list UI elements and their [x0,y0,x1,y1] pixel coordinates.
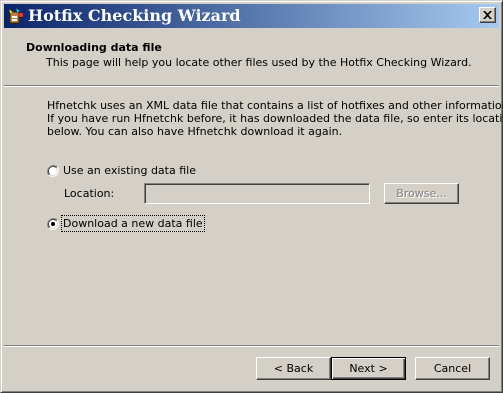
page-heading: Downloading data file [26,41,162,54]
cancel-button[interactable]: Cancel [415,357,490,380]
header-divider [4,85,499,87]
download-new-label[interactable]: Download a new data file [61,215,205,232]
location-label: Location: [64,187,115,200]
download-new-radio[interactable] [47,217,59,230]
wizard-window: Hotfix Checking Wizard Downloading data … [0,0,503,393]
description-line: below. You can also have Hfnetchk downlo… [47,125,343,138]
page-subheading: This page will help you locate other fil… [46,56,472,69]
use-existing-label[interactable]: Use an existing data file [63,164,196,177]
title-bar[interactable]: Hotfix Checking Wizard [4,4,499,28]
use-existing-radio[interactable] [47,164,59,177]
use-existing-option[interactable]: Use an existing data file [47,164,196,177]
close-icon [483,11,492,19]
description-line: Hfnetchk uses an XML data file that cont… [47,99,503,112]
back-label: < Back [273,362,314,375]
next-label: Next > [349,362,388,375]
browse-label: Browse... [396,187,447,200]
wizard-header: Downloading data file This page will hel… [4,28,499,80]
browse-button[interactable]: Browse... [384,183,459,204]
window-title: Hotfix Checking Wizard [28,6,241,25]
footer-divider [4,345,499,347]
wizard-app-icon [7,7,25,25]
location-input[interactable] [144,183,370,204]
description-text: Hfnetchk uses an XML data file that cont… [47,99,503,138]
download-new-option[interactable]: Download a new data file [47,215,205,232]
description-line: If you have run Hfnetchk before, it has … [47,112,503,125]
radio-selected-dot [51,221,55,226]
close-button[interactable] [479,7,496,23]
back-button[interactable]: < Back [256,357,331,380]
cancel-label: Cancel [433,362,472,375]
next-button[interactable]: Next > [331,357,406,380]
